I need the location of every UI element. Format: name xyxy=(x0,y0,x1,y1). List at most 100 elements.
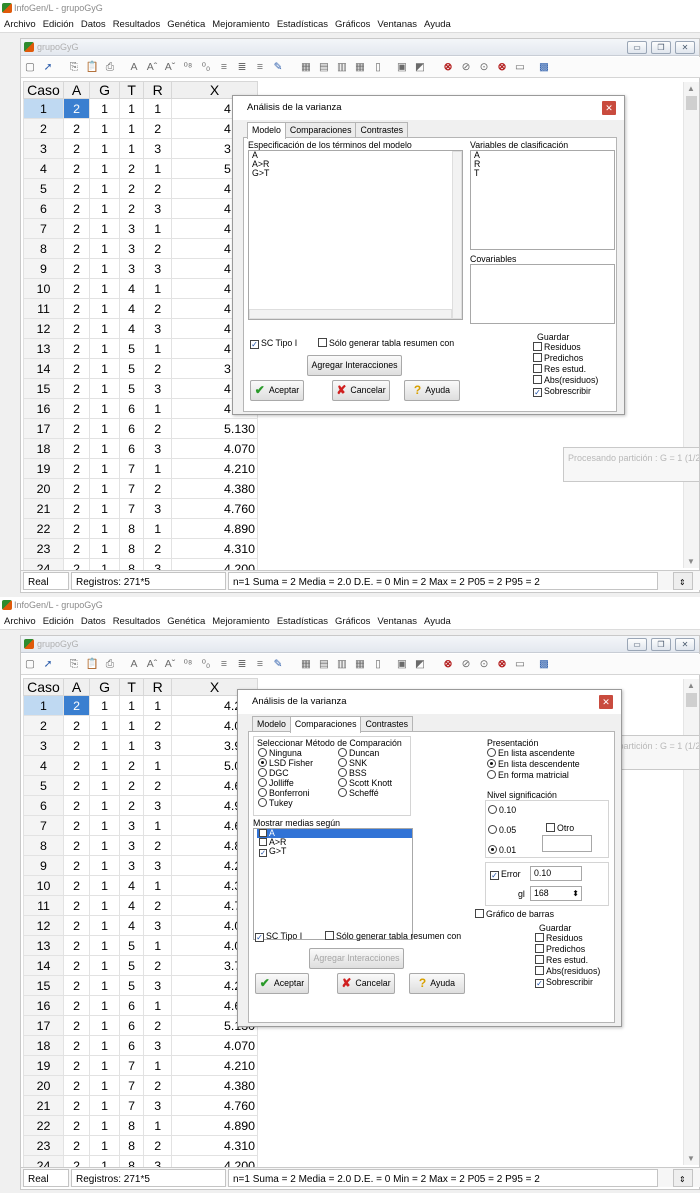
cell-x[interactable]: 4.070 xyxy=(171,438,258,459)
paste-icon[interactable]: 📋 xyxy=(83,57,101,78)
cell-g[interactable]: 1 xyxy=(89,1035,121,1056)
align-center-icon[interactable]: ≣ xyxy=(233,57,251,78)
cell-t[interactable]: 3 xyxy=(119,258,145,279)
cell-r[interactable]: 1 xyxy=(143,1055,173,1076)
method-option[interactable]: BSS xyxy=(338,768,392,778)
cell-r[interactable]: 2 xyxy=(143,298,173,319)
cell-a[interactable]: 2 xyxy=(62,1075,91,1096)
cell-a[interactable]: 2 xyxy=(62,278,91,299)
cancelar-button[interactable]: ✘ Cancelar xyxy=(337,973,395,994)
cell-a[interactable]: 2 xyxy=(62,298,91,319)
cell-a[interactable]: 2 xyxy=(62,995,91,1016)
cell-a[interactable]: 2 xyxy=(62,855,91,876)
cell-a[interactable]: 2 xyxy=(62,198,91,219)
cell-g[interactable]: 1 xyxy=(89,835,121,856)
open-icon[interactable]: ➚ xyxy=(39,654,57,675)
predichos-check[interactable] xyxy=(533,353,542,362)
column-format-icon[interactable]: ▯ xyxy=(369,654,387,675)
scroll-down-icon[interactable]: ▼ xyxy=(687,1154,695,1163)
cell-r[interactable]: 1 xyxy=(143,1115,173,1136)
col-header-a[interactable]: A xyxy=(62,81,91,99)
cell-g[interactable]: 1 xyxy=(89,975,121,996)
cell-caso[interactable]: 17 xyxy=(23,1015,64,1036)
cell-r[interactable]: 2 xyxy=(143,835,173,856)
cell-t[interactable]: 4 xyxy=(119,298,145,319)
cell-a[interactable]: 2 xyxy=(62,795,91,816)
agregar-interacciones-button[interactable]: Agregar Interacciones xyxy=(307,355,402,376)
presentacion-option[interactable]: En forma matricial xyxy=(487,770,580,781)
menu-estadisticas[interactable]: Estadísticas xyxy=(273,616,331,627)
menu-datos[interactable]: Datos xyxy=(77,616,109,627)
class-var-item[interactable]: R xyxy=(471,160,614,169)
cell-g[interactable]: 1 xyxy=(89,238,121,259)
cell-t[interactable]: 4 xyxy=(119,895,145,916)
cell-r[interactable]: 3 xyxy=(143,138,173,159)
guardar-res-estud[interactable]: Res estud. xyxy=(533,364,586,374)
solo-resumen-checkbox[interactable]: Sólo generar tabla resumen con xyxy=(325,931,461,941)
cell-caso[interactable]: 10 xyxy=(23,278,64,299)
insert-rows-icon[interactable]: ▦ xyxy=(297,57,315,78)
cell-g[interactable]: 1 xyxy=(89,1095,121,1116)
sc-tipo-check[interactable]: ✓ xyxy=(255,933,264,942)
cell-r[interactable]: 2 xyxy=(143,1135,173,1156)
cell-r[interactable]: 1 xyxy=(143,695,173,716)
cell-t[interactable]: 2 xyxy=(119,775,145,796)
menu-ventanas[interactable]: Ventanas xyxy=(373,616,420,627)
cell-r[interactable]: 1 xyxy=(143,935,173,956)
open-icon[interactable]: ➚ xyxy=(39,57,57,78)
menu-archivo[interactable]: Archivo xyxy=(0,616,39,627)
nivel-005[interactable]: 0.05 xyxy=(488,825,516,835)
nivel-010-radio[interactable] xyxy=(488,805,497,814)
method-radio[interactable] xyxy=(258,798,267,807)
paste-icon[interactable]: 📋 xyxy=(83,654,101,675)
cell-caso[interactable]: 18 xyxy=(23,438,64,459)
cell-a[interactable]: 2 xyxy=(62,815,91,836)
cell-a[interactable]: 2 xyxy=(62,238,91,259)
guardar-predichos[interactable]: Predichos xyxy=(533,353,583,363)
cell-t[interactable]: 1 xyxy=(119,98,145,119)
sobrescribir-check[interactable]: ✓ xyxy=(535,979,544,988)
cell-g[interactable]: 1 xyxy=(89,438,121,459)
cell-a[interactable]: 2 xyxy=(62,715,91,736)
cell-r[interactable]: 3 xyxy=(143,318,173,339)
new-icon[interactable]: ▢ xyxy=(21,654,39,675)
cell-caso[interactable]: 2 xyxy=(23,715,64,736)
sc-tipo-check[interactable]: ✓ xyxy=(250,340,259,349)
error-input[interactable]: 0.10 xyxy=(530,866,582,881)
predichos-check[interactable] xyxy=(535,944,544,953)
method-option[interactable]: Ninguna xyxy=(258,748,313,758)
cell-g[interactable]: 1 xyxy=(89,278,121,299)
guardar-residuos[interactable]: Residuos xyxy=(533,342,581,352)
cell-r[interactable]: 2 xyxy=(143,895,173,916)
guardar-abs-residuos[interactable]: Abs(residuos) xyxy=(533,375,598,385)
abs-residuos-check[interactable] xyxy=(533,375,542,384)
table-icon[interactable]: ▦ xyxy=(351,57,369,78)
align-left-icon[interactable]: ≡ xyxy=(215,654,233,675)
cell-a[interactable]: 2 xyxy=(62,438,91,459)
cell-caso[interactable]: 6 xyxy=(23,198,64,219)
cell-g[interactable]: 1 xyxy=(89,298,121,319)
presentacion-radio[interactable] xyxy=(487,748,496,757)
cell-g[interactable]: 1 xyxy=(89,855,121,876)
guardar-residuos[interactable]: Residuos xyxy=(535,933,583,943)
align-right-icon[interactable]: ≡ xyxy=(251,57,269,78)
restore-icon[interactable]: ❐ xyxy=(651,41,671,54)
cell-t[interactable]: 5 xyxy=(119,358,145,379)
aceptar-button[interactable]: ✔ Aceptar xyxy=(255,973,309,994)
menu-edicion[interactable]: Edición xyxy=(39,19,77,30)
print-icon[interactable]: ⎙ xyxy=(101,57,119,78)
highlighter-icon[interactable]: ✎ xyxy=(269,57,287,78)
abs-residuos-check[interactable] xyxy=(535,966,544,975)
solo-resumen-check[interactable] xyxy=(318,338,327,347)
menu-edicion[interactable]: Edición xyxy=(39,616,77,627)
medias-item[interactable]: ✓ G>T xyxy=(257,847,412,857)
cell-a[interactable]: 2 xyxy=(62,118,91,139)
cell-caso[interactable]: 14 xyxy=(23,955,64,976)
cell-r[interactable]: 1 xyxy=(143,518,173,539)
col-header-a[interactable]: A xyxy=(62,678,91,696)
align-center-icon[interactable]: ≣ xyxy=(233,654,251,675)
method-radio[interactable] xyxy=(258,778,267,787)
menu-resultados[interactable]: Resultados xyxy=(109,19,164,30)
restore-icon[interactable]: ❐ xyxy=(651,638,671,651)
cell-caso[interactable]: 5 xyxy=(23,775,64,796)
